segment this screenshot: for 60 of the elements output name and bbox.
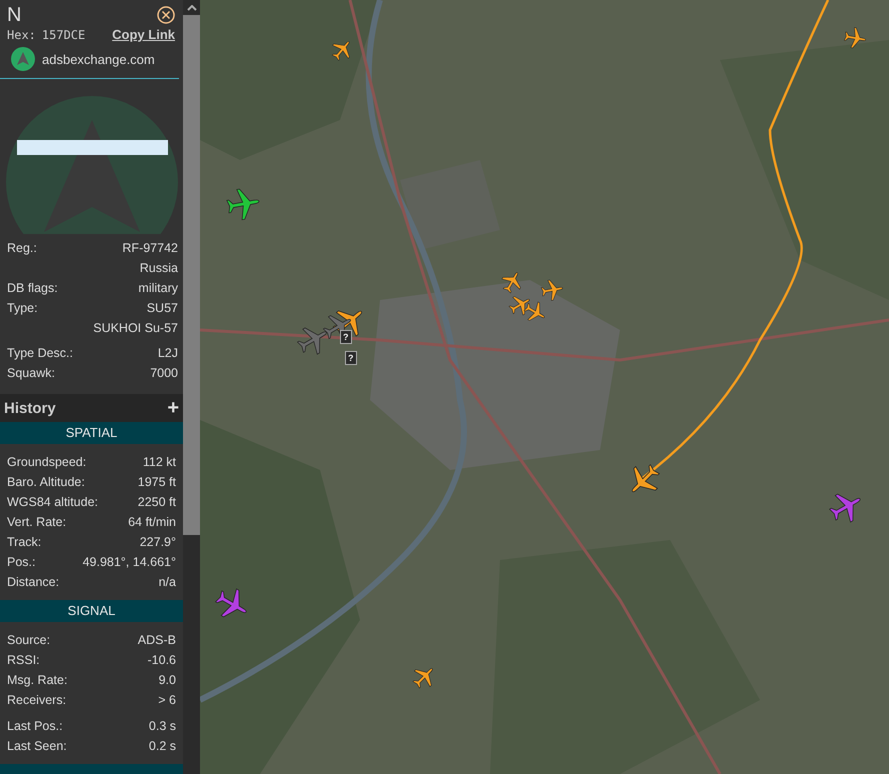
field-label: Baro. Altitude:: [7, 474, 85, 491]
history-title: History: [4, 400, 56, 416]
aircraft-icon[interactable]: [500, 270, 524, 294]
field-label: WGS84 altitude:: [7, 494, 98, 511]
field-value: -10.6: [148, 652, 176, 669]
field-value: military: [138, 280, 178, 297]
field-value: SUKHOI Su-57: [93, 320, 178, 337]
field-value: RF-97742: [122, 240, 178, 257]
section-title: SIGNAL: [68, 603, 116, 618]
logo-icon: [11, 47, 35, 71]
field-value: 112 kt: [142, 454, 176, 471]
field-value: 227.9°: [140, 534, 176, 551]
field-label: Reg.:: [7, 240, 37, 257]
field-label: Receivers:: [7, 692, 66, 709]
field-label: Pos.:: [7, 554, 36, 571]
field-label: Track:: [7, 534, 42, 551]
field-value: 64 ft/min: [128, 514, 176, 531]
field-value: 0.3 s: [148, 718, 176, 735]
aircraft-icon[interactable]: [225, 186, 261, 222]
hex-label: Hex:: [7, 28, 36, 42]
field-label: RSSI:: [7, 652, 40, 669]
aircraft-icon[interactable]: [843, 26, 867, 50]
field-value: 7000: [150, 365, 178, 382]
caret-icon: [186, 4, 196, 10]
site-link[interactable]: adsbexchange.com: [42, 52, 155, 66]
hex-code: 157DCE: [42, 28, 86, 42]
aircraft-icon[interactable]: [508, 293, 532, 317]
close-button[interactable]: [157, 6, 175, 24]
field-value: 0.2 s: [148, 738, 176, 755]
field-label: Last Pos.:: [7, 718, 63, 735]
field-value: 9.0: [158, 672, 176, 689]
field-label: Vert. Rate:: [7, 514, 66, 531]
field-value: ADS-B: [138, 632, 176, 649]
history-header[interactable]: History +: [0, 394, 183, 422]
aircraft-tag: ?: [345, 351, 356, 365]
field-label: Last Seen:: [7, 738, 67, 755]
field-value: 49.981°, 14.661°: [82, 554, 176, 571]
field-label: Distance:: [7, 574, 60, 591]
field-value: SU57: [146, 300, 178, 317]
field-label: DB flags:: [7, 280, 58, 297]
scrollbar-thumb[interactable]: [183, 15, 200, 535]
aircraft-tag: ?: [340, 330, 352, 344]
copy-link[interactable]: Copy Link: [112, 27, 175, 42]
aircraft-callsign: N: [7, 4, 22, 26]
aircraft-icon[interactable]: [523, 300, 547, 324]
field-value: > 6: [158, 692, 176, 709]
field-value: Russia: [140, 260, 178, 277]
expand-toggle[interactable]: +: [167, 399, 179, 417]
field-label: Source:: [7, 632, 50, 649]
field-label: Groundspeed:: [7, 454, 86, 471]
field-label: Squawk:: [7, 365, 55, 382]
aircraft-icon[interactable]: [540, 278, 564, 302]
field-value: 1975 ft: [138, 474, 176, 491]
section-title: SPATIAL: [66, 425, 118, 440]
field-value: 2250 ft: [138, 494, 176, 511]
field-label: Type:: [7, 300, 38, 317]
field-label: Msg. Rate:: [7, 672, 68, 689]
field-label: Type Desc.:: [7, 345, 73, 362]
field-value: n/a: [158, 574, 176, 591]
field-value: L2J: [158, 345, 178, 362]
